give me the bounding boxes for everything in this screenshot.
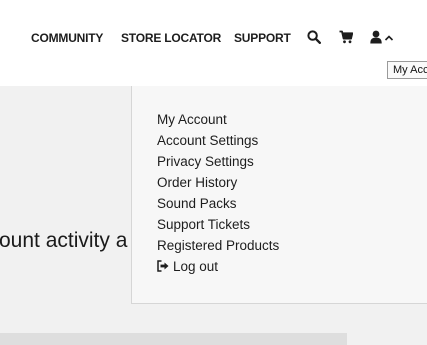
menu-item-sound-packs[interactable]: Sound Packs	[157, 196, 279, 217]
user-icon[interactable]	[370, 29, 382, 45]
nav-community[interactable]: COMMUNITY	[31, 31, 103, 45]
cart-icon[interactable]	[339, 29, 353, 45]
menu-item-logout[interactable]: Log out	[157, 259, 279, 280]
chevron-up-icon[interactable]	[384, 30, 394, 46]
menu-item-privacy-settings[interactable]: Privacy Settings	[157, 154, 279, 175]
logout-label: Log out	[173, 259, 219, 274]
page: ount activity a COMMUNITY STORE LOCATOR …	[0, 0, 427, 345]
menu-item-account-settings[interactable]: Account Settings	[157, 133, 279, 154]
site-header: COMMUNITY STORE LOCATOR SUPPORT	[0, 0, 427, 86]
search-icon[interactable]	[307, 29, 321, 45]
nav-support[interactable]: SUPPORT	[234, 31, 291, 45]
account-dropdown-menu: My Account Account Settings Privacy Sett…	[131, 86, 427, 304]
account-menu-list: My Account Account Settings Privacy Sett…	[157, 112, 279, 280]
nav-store-locator[interactable]: STORE LOCATOR	[121, 31, 221, 45]
menu-item-order-history[interactable]: Order History	[157, 175, 279, 196]
account-tooltip: My Account	[387, 61, 427, 79]
logout-icon	[157, 259, 169, 273]
page-heading: ount activity a	[0, 229, 128, 252]
menu-item-support-tickets[interactable]: Support Tickets	[157, 217, 279, 238]
menu-item-my-account[interactable]: My Account	[157, 112, 279, 133]
content-bar	[0, 333, 347, 345]
menu-item-registered-products[interactable]: Registered Products	[157, 238, 279, 259]
